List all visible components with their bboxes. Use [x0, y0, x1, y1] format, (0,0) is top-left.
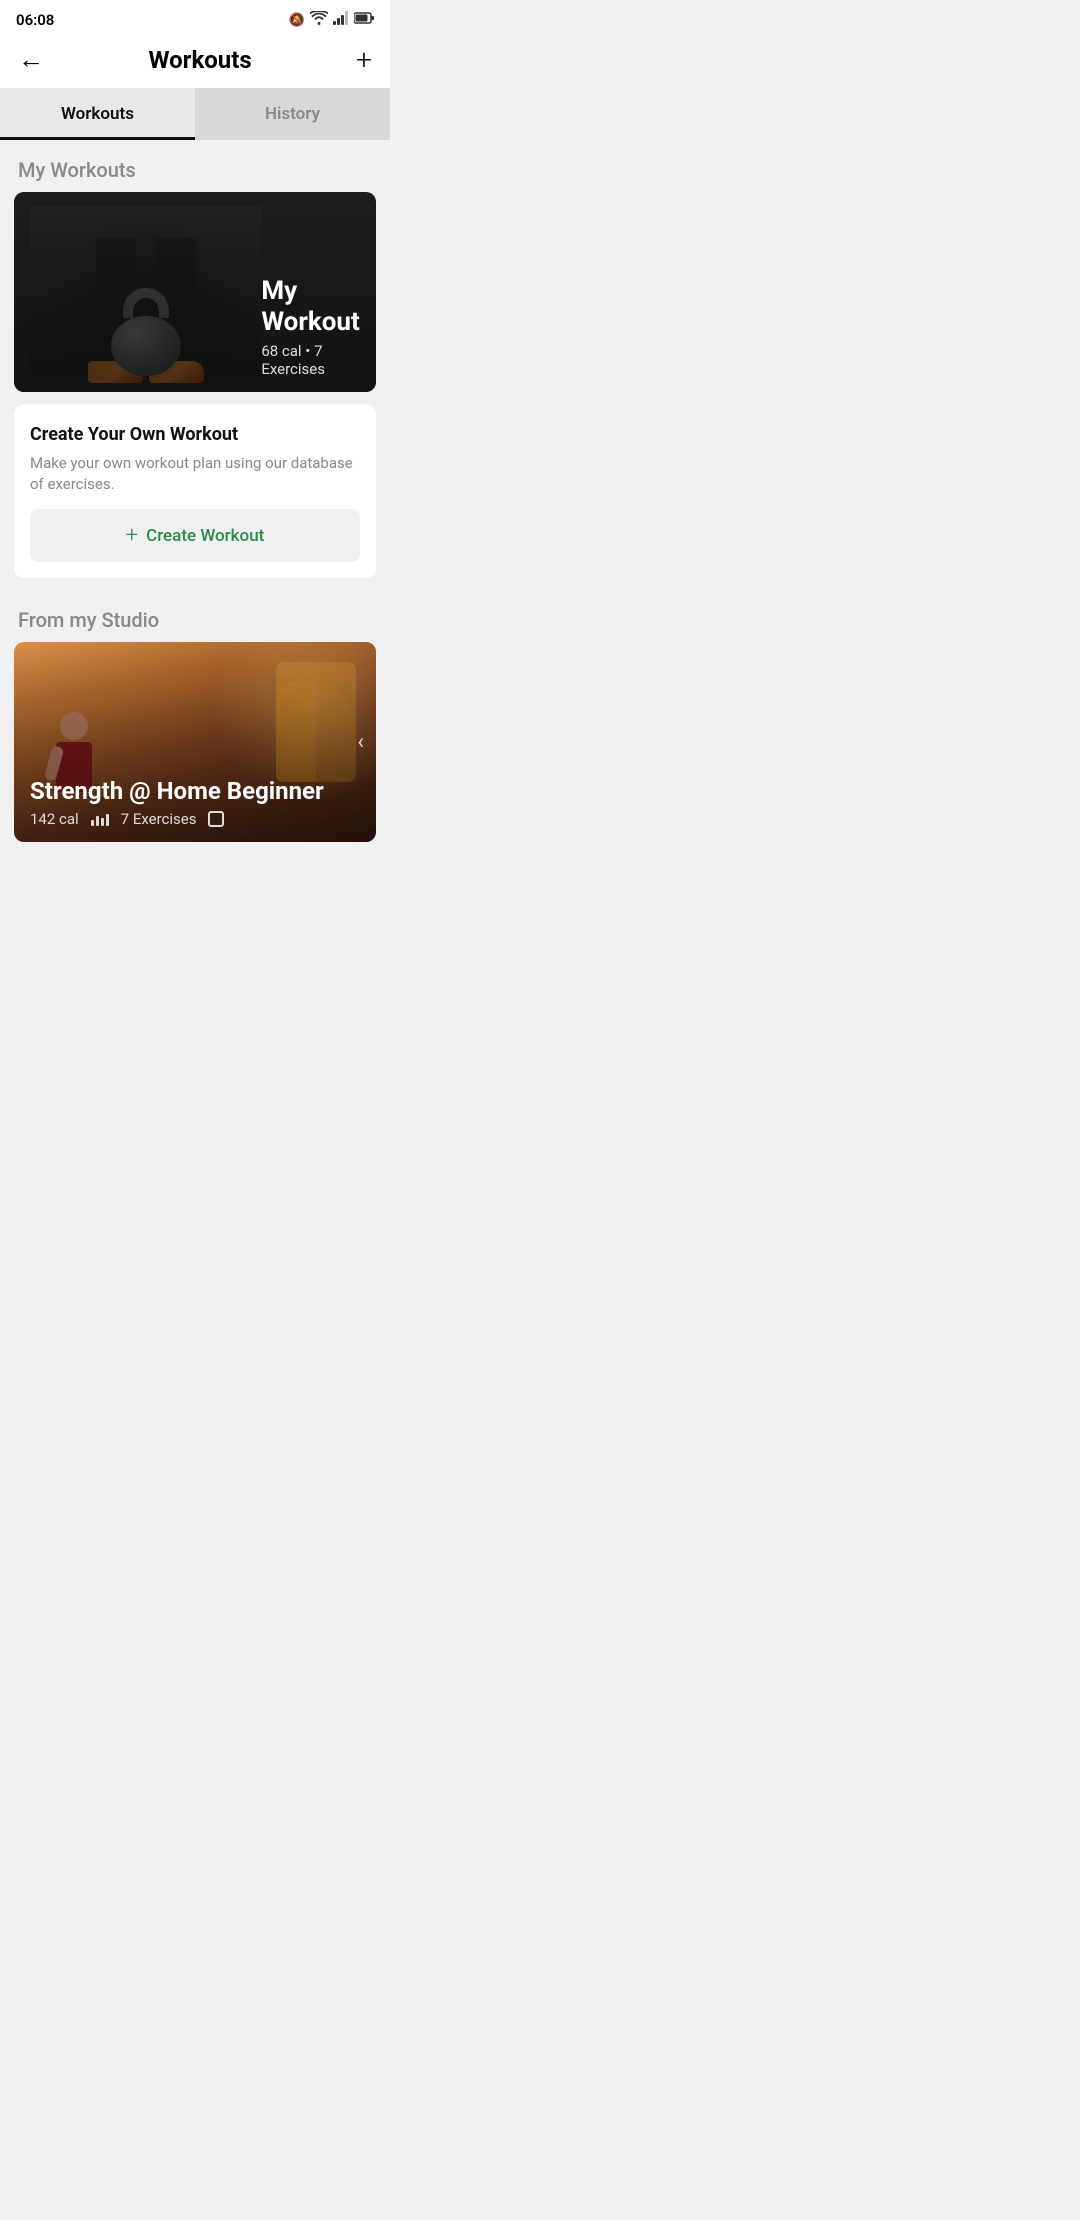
tab-history[interactable]: History	[195, 88, 390, 140]
studio-card[interactable]: Strength @ Home Beginner 142 cal 7 Exerc…	[14, 642, 376, 842]
notify-icon: 🔕	[289, 13, 305, 28]
content-area: My Workouts	[0, 140, 390, 874]
my-workouts-heading: My Workouts	[0, 140, 390, 192]
studio-card-text: Strength @ Home Beginner 142 cal 7 Exerc…	[30, 777, 324, 828]
tab-bar: Workouts History	[0, 88, 390, 140]
my-workout-card[interactable]: My Workout 68 cal • 7 Exercises	[14, 192, 376, 392]
status-bar: 06:08 🔕	[0, 0, 390, 36]
studio-workout-name: Strength @ Home Beginner	[30, 777, 324, 806]
workout-card-image: My Workout 68 cal • 7 Exercises	[14, 192, 376, 392]
workout-meta: 68 cal • 7 Exercises	[261, 342, 360, 378]
studio-card-image: Strength @ Home Beginner 142 cal 7 Exerc…	[14, 642, 376, 842]
create-btn-label: Create Workout	[146, 526, 264, 546]
workout-type-icon	[208, 811, 224, 827]
wifi-icon	[310, 11, 328, 29]
page-title: Workouts	[148, 46, 251, 74]
signal-icon	[333, 11, 349, 29]
workout-name: My Workout	[261, 276, 360, 338]
workout-card-text: My Workout 68 cal • 7 Exercises	[261, 276, 360, 378]
add-button[interactable]: +	[356, 46, 372, 74]
status-time: 06:08	[16, 11, 54, 29]
chart-icon	[91, 812, 109, 826]
create-card-title: Create Your Own Workout	[30, 424, 360, 445]
back-button[interactable]: ←	[18, 47, 44, 73]
tab-workouts[interactable]: Workouts	[0, 88, 195, 140]
top-bar: ← Workouts +	[0, 36, 390, 88]
create-workout-card[interactable]: Create Your Own Workout Make your own wo…	[14, 404, 376, 578]
scroll-left-arrow[interactable]: ‹	[357, 730, 364, 755]
battery-icon	[354, 12, 374, 28]
create-card-desc: Make your own workout plan using our dat…	[30, 453, 360, 495]
studio-heading: From my Studio	[0, 590, 390, 642]
create-workout-button[interactable]: + Create Workout	[30, 509, 360, 562]
create-plus-icon: +	[126, 523, 138, 548]
studio-workout-meta: 142 cal 7 Exercises	[30, 810, 324, 828]
status-icons: 🔕	[289, 11, 374, 29]
